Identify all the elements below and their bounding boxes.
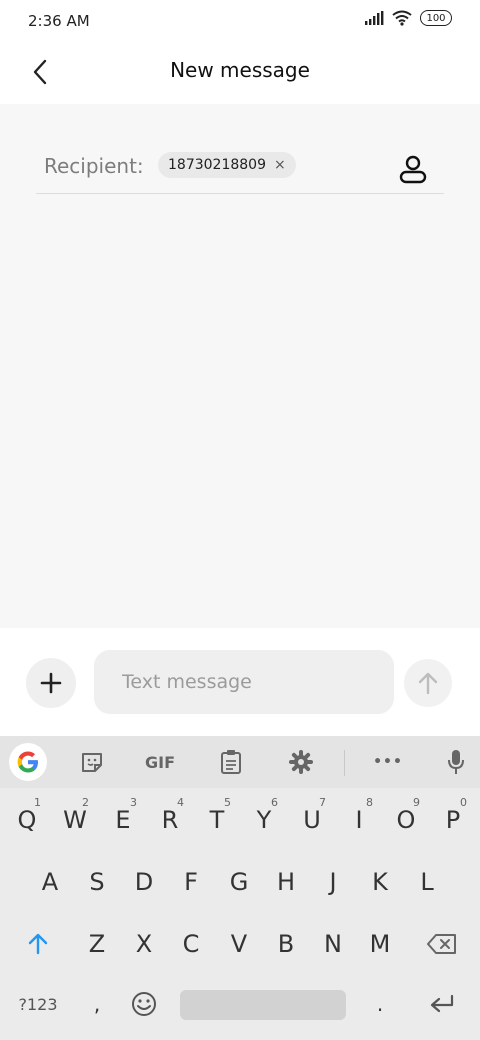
keyboard-toolbar: GIF •••	[0, 736, 480, 788]
key-e[interactable]: E3	[101, 794, 145, 846]
key-j[interactable]: J	[311, 856, 355, 908]
key-label: E	[115, 806, 131, 834]
status-bar: 2:36 AM 100	[0, 0, 480, 42]
key-hint: 1	[34, 796, 41, 809]
key-x[interactable]: X	[122, 918, 166, 970]
key-label: T	[209, 806, 225, 834]
battery-icon: 100	[420, 10, 452, 26]
key-o[interactable]: O9	[384, 794, 428, 846]
key-label: I	[355, 806, 363, 834]
toolbar-divider	[344, 750, 345, 776]
enter-icon	[430, 994, 454, 1013]
contact-picker-button[interactable]	[396, 152, 430, 186]
key-m[interactable]: M	[358, 918, 402, 970]
signal-icon	[365, 11, 384, 25]
key-t[interactable]: T5	[195, 794, 239, 846]
key-y[interactable]: Y6	[242, 794, 286, 846]
key-hint: 8	[366, 796, 373, 809]
key-s[interactable]: S	[75, 856, 119, 908]
key-label: Q	[17, 806, 37, 834]
emoji-icon	[132, 992, 156, 1016]
app-bar: New message	[0, 42, 480, 104]
settings-button[interactable]	[281, 744, 321, 780]
key-h[interactable]: H	[264, 856, 308, 908]
key-f[interactable]: F	[169, 856, 213, 908]
key-hint: 7	[319, 796, 326, 809]
key-w[interactable]: W2	[53, 794, 97, 846]
microphone-icon	[448, 750, 464, 774]
key-label: W	[63, 806, 87, 834]
recipient-label: Recipient:	[44, 154, 144, 178]
google-button[interactable]	[8, 743, 48, 781]
message-content-area: Recipient: 18730218809 ×	[0, 104, 480, 628]
wifi-icon	[392, 10, 412, 26]
page-title: New message	[170, 58, 310, 82]
send-button[interactable]	[404, 659, 452, 707]
attach-button[interactable]	[26, 658, 76, 708]
key-label: U	[303, 806, 321, 834]
voice-input-button[interactable]	[436, 744, 476, 780]
key-d[interactable]: D	[122, 856, 166, 908]
sticker-button[interactable]	[72, 744, 112, 780]
key-v[interactable]: V	[217, 918, 261, 970]
key-hint: 9	[413, 796, 420, 809]
status-icons: 100	[364, 10, 452, 26]
status-time: 2:36 AM	[28, 12, 90, 30]
plus-icon	[40, 672, 62, 694]
recipient-chip-number: 18730218809	[168, 157, 266, 173]
person-icon	[399, 155, 427, 184]
key-label: O	[396, 806, 416, 834]
recipient-row: Recipient: 18730218809 ×	[36, 148, 444, 194]
gif-button[interactable]: GIF	[140, 744, 180, 780]
space-key[interactable]	[180, 990, 346, 1020]
message-input[interactable]	[94, 650, 394, 714]
key-k[interactable]: K	[358, 856, 402, 908]
key-hint: 2	[82, 796, 89, 809]
comma-key[interactable]: ,	[75, 978, 119, 1030]
shift-key[interactable]	[16, 918, 60, 970]
key-a[interactable]: A	[28, 856, 72, 908]
arrow-up-icon	[418, 672, 438, 695]
period-key[interactable]: .	[358, 978, 402, 1030]
key-i[interactable]: I8	[337, 794, 381, 846]
sticker-icon	[82, 753, 102, 772]
key-hint: 0	[460, 796, 467, 809]
key-label: Y	[256, 806, 272, 834]
key-hint: 6	[271, 796, 278, 809]
enter-key[interactable]	[420, 978, 464, 1030]
keyboard: GIF ••• Q 1 W 2 E 3 R 4 T 5 Y 6 U 7 I 8 …	[0, 736, 480, 1040]
shift-arrow-icon	[28, 933, 48, 955]
key-c[interactable]: C	[169, 918, 213, 970]
key-u[interactable]: U7	[290, 794, 334, 846]
recipient-chip[interactable]: 18730218809 ×	[158, 152, 296, 178]
emoji-key[interactable]	[122, 978, 166, 1030]
key-g[interactable]: G	[217, 856, 261, 908]
key-r[interactable]: R4	[148, 794, 192, 846]
key-hint: 5	[224, 796, 231, 809]
key-q[interactable]: Q1	[5, 794, 49, 846]
key-z[interactable]: Z	[75, 918, 119, 970]
key-n[interactable]: N	[311, 918, 355, 970]
battery-level: 100	[426, 12, 446, 24]
compose-area	[0, 628, 480, 736]
key-label: P	[445, 806, 461, 834]
key-p[interactable]: P0	[431, 794, 475, 846]
backspace-key[interactable]	[420, 918, 464, 970]
key-hint: 4	[177, 796, 184, 809]
symbols-key[interactable]: ?123	[16, 978, 60, 1030]
clipboard-button[interactable]	[211, 744, 251, 780]
gear-icon	[289, 750, 313, 774]
key-hint: 3	[130, 796, 137, 809]
clipboard-icon	[221, 750, 241, 774]
key-b[interactable]: B	[264, 918, 308, 970]
remove-recipient-button[interactable]: ×	[274, 157, 286, 173]
more-button[interactable]: •••	[368, 744, 408, 780]
backspace-icon	[427, 934, 456, 954]
key-l[interactable]: L	[405, 856, 449, 908]
google-icon	[9, 743, 47, 781]
key-label: R	[161, 806, 179, 834]
